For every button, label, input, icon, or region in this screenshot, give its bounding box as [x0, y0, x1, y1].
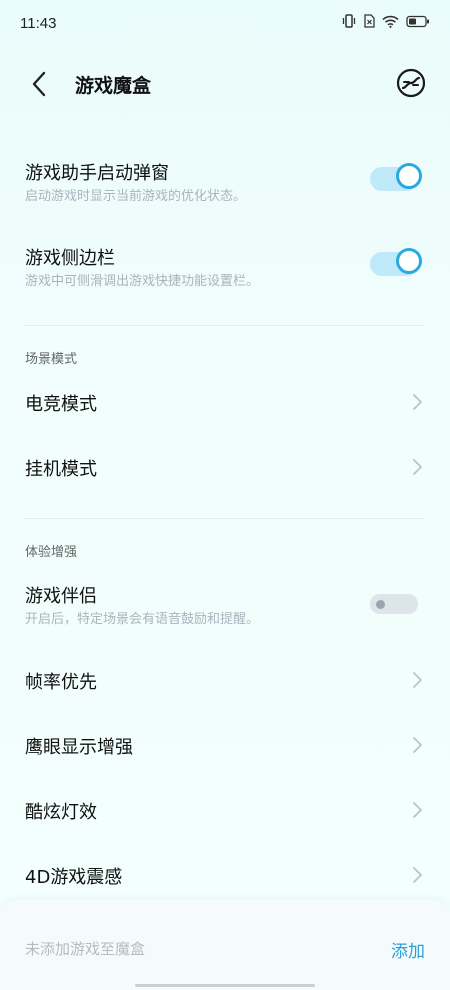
setting-game-assistant-popup[interactable]: 游戏助手启动弹窗 启动游戏时显示当前游戏的优化状态。: [0, 155, 450, 215]
divider: [25, 518, 425, 519]
chevron-right-icon: [413, 867, 422, 883]
list-item-label: 鹰眼显示增强: [25, 737, 133, 758]
list-item-label: 帧率优先: [25, 672, 97, 693]
list-item-label: 4D游戏震感: [25, 867, 123, 888]
toggle-knob: [396, 248, 422, 274]
home-indicator[interactable]: [135, 984, 315, 987]
list-item-eagle-eye-display[interactable]: 鹰眼显示增强: [0, 723, 450, 767]
list-item-label: 挂机模式: [25, 459, 97, 480]
chevron-right-icon: [413, 394, 422, 410]
status-icons: [341, 14, 430, 28]
status-time: 11:43: [20, 15, 57, 32]
setting-subtitle: 开启后，特定场景会有语音鼓励和提醒。: [25, 612, 260, 627]
setting-subtitle: 游戏中可侧滑调出游戏快捷功能设置栏。: [25, 274, 260, 289]
setting-title: 游戏助手启动弹窗: [25, 163, 169, 184]
section-label-experience: 体验增强: [25, 545, 78, 560]
back-arrow-icon[interactable]: [28, 70, 52, 98]
setting-game-companion[interactable]: 游戏伴侣 开启后，特定场景会有语音鼓励和提醒。: [0, 578, 450, 638]
chevron-right-icon: [413, 672, 422, 688]
list-item-idle-mode[interactable]: 挂机模式: [0, 445, 450, 489]
status-bar: 11:43: [0, 0, 450, 48]
header: 游戏魔盒: [0, 60, 450, 108]
divider: [25, 325, 425, 326]
toggle-knob: [376, 600, 385, 609]
list-item-4d-vibration[interactable]: 4D游戏震感: [0, 853, 450, 897]
setting-subtitle: 启动游戏时显示当前游戏的优化状态。: [25, 189, 247, 204]
setting-title: 游戏伴侣: [25, 586, 97, 607]
vibrate-icon: [342, 14, 356, 28]
chevron-right-icon: [413, 459, 422, 475]
toggle-knob: [396, 163, 422, 189]
game-controller-icon[interactable]: [396, 68, 426, 98]
battery-icon: [406, 15, 429, 27]
bottom-bar: 未添加游戏至魔盒 添加: [0, 900, 450, 990]
no-sim-icon: [364, 14, 375, 28]
setting-title: 游戏侧边栏: [25, 248, 115, 269]
list-item-label: 电竞模式: [25, 394, 97, 415]
chevron-right-icon: [413, 737, 422, 753]
setting-game-sidebar[interactable]: 游戏侧边栏 游戏中可侧滑调出游戏快捷功能设置栏。: [0, 240, 450, 300]
section-label-scene: 场景模式: [25, 352, 78, 367]
list-item-esports-mode[interactable]: 电竞模式: [0, 380, 450, 424]
chevron-right-icon: [413, 802, 422, 818]
page-title: 游戏魔盒: [75, 75, 152, 97]
add-game-button[interactable]: 添加: [391, 937, 425, 962]
game-companion-toggle[interactable]: [370, 594, 418, 614]
list-item-framerate-priority[interactable]: 帧率优先: [0, 658, 450, 702]
list-item-light-effects[interactable]: 酷炫灯效: [0, 788, 450, 832]
empty-box-message: 未添加游戏至魔盒: [25, 940, 146, 958]
list-item-label: 酷炫灯效: [25, 802, 97, 823]
game-assistant-popup-toggle[interactable]: [370, 163, 422, 191]
wifi-icon: [382, 15, 399, 28]
game-sidebar-toggle[interactable]: [370, 248, 422, 276]
